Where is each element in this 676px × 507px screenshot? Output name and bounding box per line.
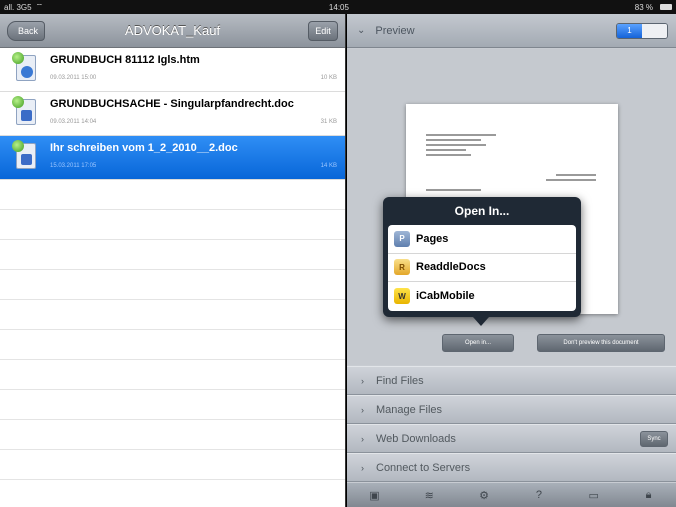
chevron-right-icon: › (361, 404, 364, 415)
popover-arrow (473, 317, 489, 326)
empty-row (0, 300, 345, 330)
section-connect-to-servers[interactable]: › Connect to Servers (347, 453, 676, 482)
view-segment-control[interactable]: 1 (616, 23, 668, 39)
back-button[interactable]: Back (7, 20, 46, 41)
segment-other[interactable] (642, 24, 667, 38)
empty-row (0, 270, 345, 300)
pages-app-icon: P (394, 230, 410, 247)
segment-page[interactable]: 1 (617, 24, 642, 38)
empty-row (0, 360, 345, 390)
empty-row (0, 390, 345, 420)
preview-title: Preview (375, 24, 415, 37)
section-manage-files[interactable]: › Manage Files (347, 395, 676, 424)
file-name: Ihr schreiben vom 1_2_2010__2.doc (50, 142, 238, 154)
file-size: 31 KB (320, 119, 337, 125)
section-label: Web Downloads (376, 432, 456, 445)
file-name: GRUNDBUCH 81112 Igls.htm (50, 54, 200, 66)
empty-row (0, 240, 345, 270)
app-label: iCabMobile (416, 290, 475, 303)
help-icon[interactable]: ? (529, 489, 549, 501)
file-date: 09.03.2011 15:00 (50, 75, 97, 81)
file-row[interactable]: GRUNDBUCHSACHE - Singularpfandrecht.doc … (0, 92, 345, 136)
doc-file-icon (12, 96, 36, 125)
section-label: Manage Files (376, 403, 443, 416)
app-label: ReaddleDocs (416, 261, 486, 274)
empty-row (0, 330, 345, 360)
app-list: P Pages R ReaddleDocs W iCabMobile (388, 225, 576, 311)
empty-row (0, 210, 345, 240)
battery-percent: 83 % (634, 2, 653, 12)
doc-file-icon (12, 140, 36, 169)
app-label: Pages (416, 232, 449, 245)
icabmobile-app-icon: W (394, 288, 410, 305)
file-size: 10 KB (320, 75, 337, 81)
folder-title: ADVOKAT_Kauf (124, 23, 221, 38)
html-file-icon (12, 52, 36, 81)
sync-button[interactable]: Sync (640, 431, 668, 447)
chevron-right-icon: › (361, 462, 364, 473)
section-label: Connect to Servers (376, 461, 471, 474)
app-item-readdledocs[interactable]: R ReaddleDocs (388, 254, 576, 282)
navigation-bar: Back ADVOKAT_Kauf Edit (0, 14, 345, 48)
file-browser-pane: Back ADVOKAT_Kauf Edit GRUNDBUCH 81112 I… (0, 14, 346, 507)
file-date: 15.03.2011 17:05 (50, 163, 97, 169)
section-list: › Find Files › Manage Files › Web Downlo… (347, 366, 676, 482)
empty-row (0, 420, 345, 450)
screen-icon[interactable]: ▭ (584, 489, 604, 502)
app-item-pages[interactable]: P Pages (388, 225, 576, 254)
chevron-right-icon: › (361, 375, 364, 386)
open-in-button[interactable]: Open in... (442, 334, 514, 352)
app-item-icabmobile[interactable]: W iCabMobile (388, 282, 576, 311)
preview-header[interactable]: ⌄ Preview 1 (347, 14, 676, 48)
gear-icon[interactable]: ⚙ (474, 489, 494, 502)
file-row[interactable]: GRUNDBUCH 81112 Igls.htm 09.03.2011 15:0… (0, 48, 345, 92)
bottom-toolbar: ▣ ≋ ⚙ ? ▭ 🔒︎ (347, 483, 676, 507)
open-in-popover: Open In... P Pages R ReaddleDocs W iCabM… (383, 197, 581, 317)
section-web-downloads[interactable]: › Web Downloads Sync (347, 424, 676, 453)
file-name: GRUNDBUCHSACHE - Singularpfandrecht.doc (50, 98, 294, 110)
status-bar: all. 3G5 ⌔ 14:05 83 % (0, 0, 676, 14)
battery-icon (660, 4, 672, 10)
section-find-files[interactable]: › Find Files (347, 366, 676, 395)
carrier-label: all. 3G5 (4, 2, 32, 12)
section-label: Find Files (376, 374, 424, 387)
file-size: 14 KB (320, 163, 337, 169)
dont-preview-button[interactable]: Don't preview this document (537, 334, 665, 352)
detail-pane: ⌄ Preview 1 Open In... P Pages R Readdle… (347, 14, 676, 507)
edit-button[interactable]: Edit (308, 20, 338, 41)
file-date: 09.03.2011 14:04 (50, 119, 97, 125)
empty-row (0, 480, 345, 507)
wifi-icon[interactable]: ≋ (419, 489, 439, 502)
wifi-icon: ⌔ (35, 2, 44, 11)
lock-icon[interactable]: 🔒︎ (639, 489, 659, 502)
clock: 14:05 (328, 2, 349, 12)
readdledocs-app-icon: R (394, 259, 410, 276)
chevron-right-icon: › (361, 433, 364, 444)
empty-row (0, 450, 345, 480)
chevron-down-icon: ⌄ (357, 25, 366, 36)
popover-title: Open In... (454, 204, 510, 218)
preview-area: Open In... P Pages R ReaddleDocs W iCabM… (347, 49, 676, 365)
empty-row (0, 180, 345, 210)
file-row-selected[interactable]: Ihr schreiben vom 1_2_2010__2.doc 15.03.… (0, 136, 345, 180)
picture-icon[interactable]: ▣ (364, 489, 384, 502)
